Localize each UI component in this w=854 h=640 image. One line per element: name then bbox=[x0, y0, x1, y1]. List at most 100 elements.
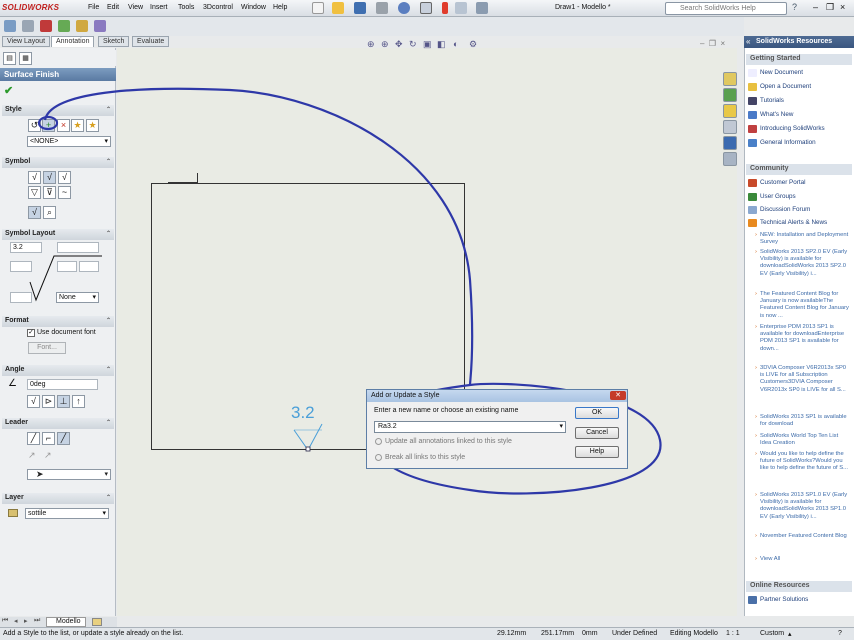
close-doc-icon[interactable]: × bbox=[721, 39, 726, 48]
print-icon[interactable] bbox=[376, 2, 388, 14]
next-sheet-icon[interactable]: ▸ bbox=[24, 617, 28, 625]
style-name-combobox[interactable]: Ra3.2 ▾ bbox=[374, 421, 566, 433]
menu-window[interactable]: Window bbox=[241, 4, 266, 11]
news-item[interactable]: November Featured Content Blog bbox=[755, 533, 850, 540]
news-item[interactable]: SolidWorks 2013 SP2.0 EV (Early Visibili… bbox=[755, 249, 850, 278]
open-document-link[interactable]: Open a Document bbox=[748, 83, 852, 91]
first-sheet-icon[interactable]: ⏮ bbox=[2, 617, 8, 625]
new-document-label: New Document bbox=[760, 69, 804, 76]
news-item[interactable]: 3DVIA Composer V6R2013x SP0 is LIVE for … bbox=[755, 365, 850, 394]
menu-insert[interactable]: Insert bbox=[150, 4, 168, 11]
status-scale[interactable]: 1 : 1 bbox=[726, 630, 740, 637]
select-pointer-icon[interactable] bbox=[420, 2, 432, 14]
open-folder-icon[interactable] bbox=[332, 2, 344, 14]
minimize-doc-icon[interactable]: – bbox=[700, 39, 704, 48]
tab-view-layout[interactable]: View Layout bbox=[2, 36, 51, 47]
layer-header-label: Layer bbox=[5, 494, 24, 501]
whats-new-link[interactable]: What's New bbox=[748, 111, 852, 119]
display-style-icon[interactable]: ◧ bbox=[437, 39, 446, 50]
balloon-icon[interactable] bbox=[40, 20, 52, 32]
general-information-link[interactable]: General Information bbox=[748, 139, 852, 147]
smart-dimension-icon[interactable] bbox=[4, 20, 16, 32]
home-tab-icon[interactable] bbox=[723, 72, 737, 86]
tutorials-link[interactable]: Tutorials bbox=[748, 97, 852, 105]
partner-solutions-link[interactable]: Partner Solutions bbox=[748, 596, 852, 604]
last-sheet-icon[interactable]: ⏭ bbox=[34, 617, 40, 625]
units-dropdown-icon[interactable]: ▴ bbox=[788, 630, 792, 638]
collapse-pane-icon[interactable]: « bbox=[746, 37, 750, 46]
dialog-close-icon[interactable]: ✕ bbox=[610, 391, 626, 400]
view-palette-icon[interactable] bbox=[723, 120, 737, 134]
restore-icon[interactable]: ❐ bbox=[826, 2, 838, 14]
pan-icon[interactable]: ✥ bbox=[395, 39, 403, 50]
add-sheet-icon[interactable] bbox=[92, 618, 102, 626]
weld-symbol-icon[interactable] bbox=[76, 20, 88, 32]
new-file-icon[interactable] bbox=[312, 2, 324, 14]
menu-view[interactable]: View bbox=[128, 4, 143, 11]
discussion-forum-link[interactable]: Discussion Forum bbox=[748, 206, 852, 214]
help-icon[interactable]: ? bbox=[792, 2, 804, 14]
close-icon[interactable]: × bbox=[840, 2, 852, 14]
custom-properties-icon[interactable] bbox=[723, 152, 737, 166]
design-library-icon[interactable] bbox=[723, 88, 737, 102]
property-manager-tab-icon[interactable]: ▤ bbox=[3, 52, 16, 65]
rebuild-icon[interactable] bbox=[442, 2, 448, 14]
geometric-tolerance-icon[interactable] bbox=[94, 20, 106, 32]
menu-file[interactable]: File bbox=[88, 4, 99, 11]
menu-help[interactable]: Help bbox=[273, 4, 287, 11]
note-icon[interactable] bbox=[22, 20, 34, 32]
save-icon[interactable] bbox=[354, 2, 366, 14]
tab-sketch[interactable]: Sketch bbox=[98, 36, 130, 47]
introducing-solidworks-link[interactable]: Introducing SolidWorks bbox=[748, 125, 852, 133]
status-units[interactable]: Custom bbox=[760, 630, 784, 637]
sheet-tab-modello[interactable]: Modello bbox=[46, 617, 86, 627]
news-item[interactable]: SolidWorks World Top Ten List Idea Creat… bbox=[755, 433, 850, 447]
undo-icon[interactable] bbox=[398, 2, 410, 14]
menu-edit[interactable]: Edit bbox=[107, 4, 119, 11]
file-properties-icon[interactable] bbox=[455, 2, 467, 14]
news-item[interactable]: Enterprise PDM 2013 SP1 is available for… bbox=[755, 324, 850, 353]
hide-show-icon[interactable]: ◐ bbox=[453, 39, 458, 49]
break-all-radio[interactable] bbox=[375, 454, 382, 461]
cancel-button[interactable]: Cancel bbox=[575, 427, 619, 439]
options-icon[interactable] bbox=[476, 2, 488, 14]
news-item[interactable]: The Featured Content Blog for January is… bbox=[755, 291, 850, 320]
rotate-view-icon[interactable]: ↻ bbox=[409, 39, 417, 50]
technical-alerts-label: Technical Alerts & News bbox=[760, 219, 828, 226]
technical-alerts-link[interactable]: Technical Alerts & News bbox=[748, 219, 852, 227]
news-item[interactable]: SolidWorks 2013 SP1 is available for dow… bbox=[755, 414, 850, 428]
view-all-link[interactable]: View All bbox=[755, 556, 850, 563]
zoom-area-icon[interactable]: ⊕ bbox=[381, 39, 389, 50]
minimize-icon[interactable]: – bbox=[813, 2, 825, 14]
tutorials-icon bbox=[748, 97, 757, 105]
user-groups-link[interactable]: User Groups bbox=[748, 193, 852, 201]
restore-doc-icon[interactable]: ❐ bbox=[709, 39, 716, 48]
update-all-radio[interactable] bbox=[375, 438, 382, 445]
layer-select[interactable]: sottile bbox=[25, 508, 109, 519]
news-item[interactable]: Would you like to help define the future… bbox=[755, 451, 850, 473]
new-document-link[interactable]: New Document bbox=[748, 69, 852, 77]
menu-3dcontrol[interactable]: 3Dcontrol bbox=[203, 4, 233, 11]
news-item[interactable]: NEW: Installation and Deployment Survey bbox=[755, 232, 850, 246]
view-settings-icon[interactable]: ⚙ bbox=[469, 39, 477, 50]
file-explorer-icon[interactable] bbox=[723, 104, 737, 118]
format-header-label: Format bbox=[5, 317, 29, 324]
section-view-icon[interactable]: ▣ bbox=[423, 39, 432, 50]
config-manager-tab-icon[interactable]: ▦ bbox=[19, 52, 32, 65]
surface-finish-icon[interactable] bbox=[58, 20, 70, 32]
prev-sheet-icon[interactable]: ◂ bbox=[14, 617, 18, 625]
ok-check-icon[interactable]: ✔ bbox=[4, 84, 13, 97]
menu-tools[interactable]: Tools bbox=[178, 4, 194, 11]
general-information-label: General Information bbox=[760, 139, 816, 146]
ok-button[interactable]: OK bbox=[575, 407, 619, 419]
search-input[interactable]: Search SolidWorks Help bbox=[665, 2, 787, 15]
combobox-arrow-icon[interactable]: ▾ bbox=[559, 422, 563, 430]
tab-annotation[interactable]: Annotation bbox=[51, 36, 95, 47]
zoom-to-fit-icon[interactable]: ⊕ bbox=[367, 39, 375, 50]
tab-evaluate[interactable]: Evaluate bbox=[132, 36, 170, 47]
customer-portal-link[interactable]: Customer Portal bbox=[748, 179, 852, 187]
help-button[interactable]: Help bbox=[575, 446, 619, 458]
help-status-icon[interactable]: ? bbox=[838, 630, 842, 637]
appearances-icon[interactable] bbox=[723, 136, 737, 150]
news-item[interactable]: SolidWorks 2013 SP1.0 EV (Early Visibili… bbox=[755, 492, 850, 521]
